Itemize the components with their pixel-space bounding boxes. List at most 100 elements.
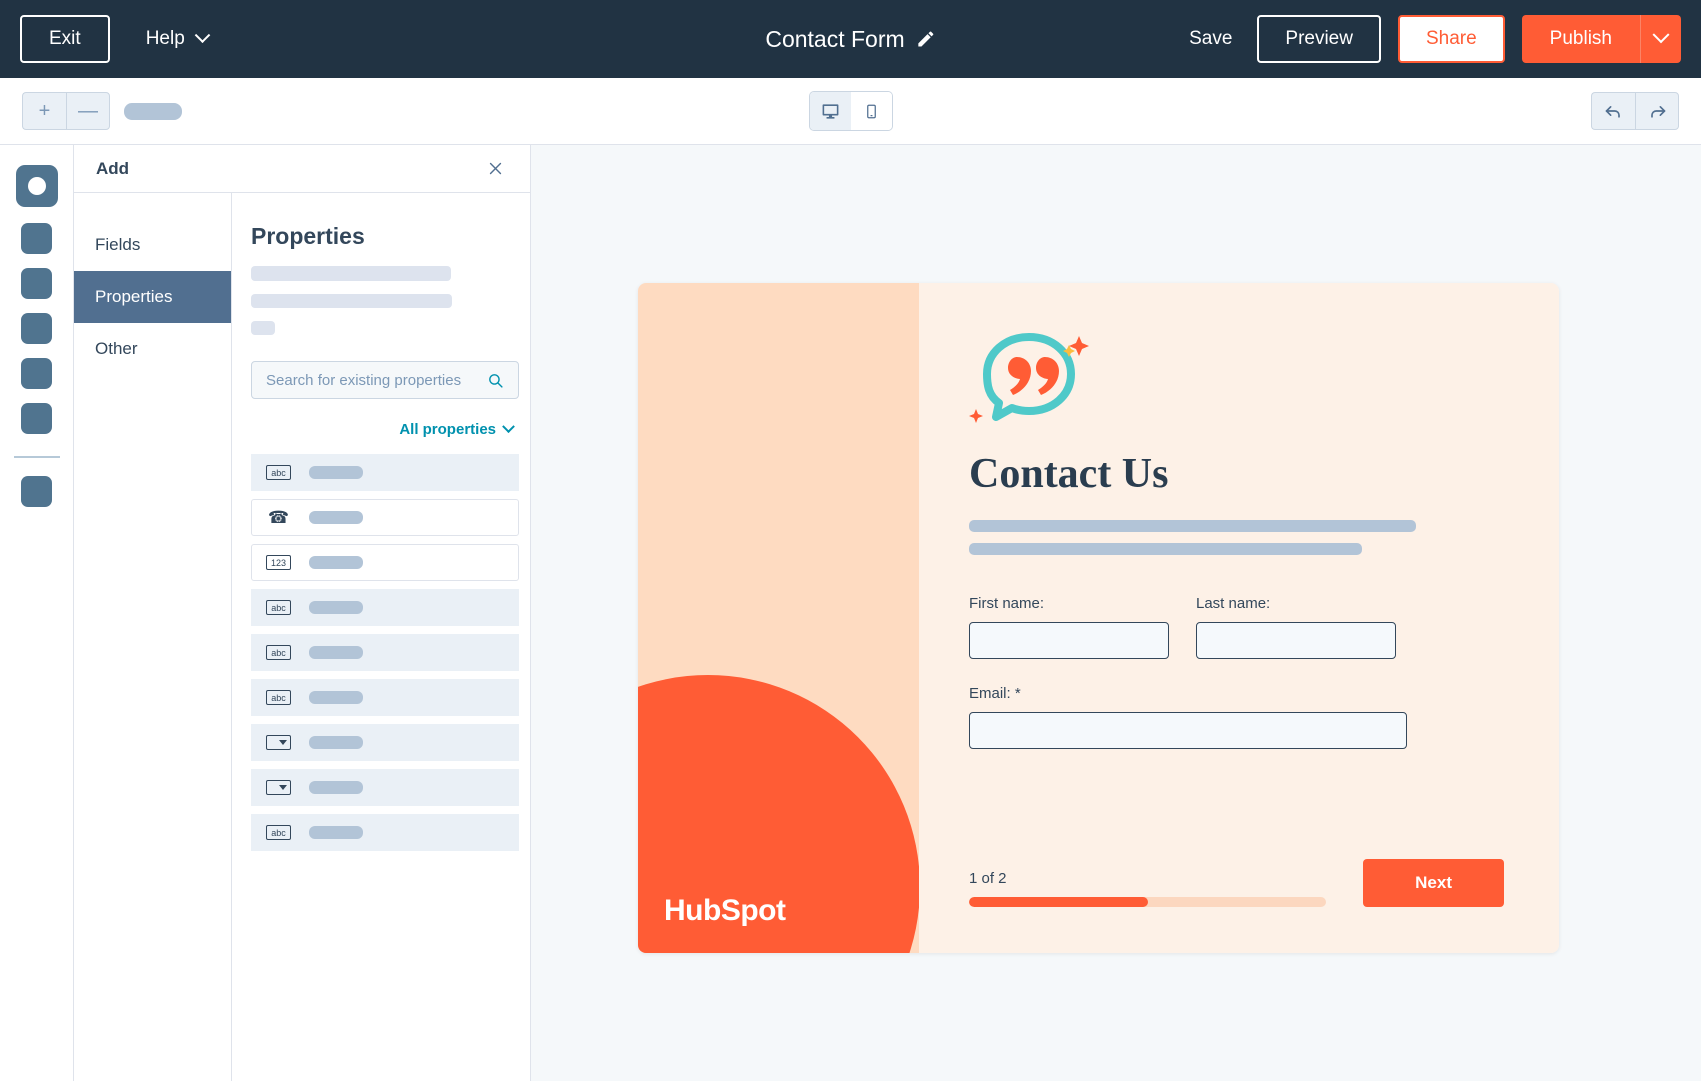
email-label: Email: * (969, 685, 1021, 702)
abc-type-icon: abc (266, 645, 291, 660)
mobile-icon (866, 104, 876, 118)
properties-description-line-3 (251, 321, 275, 335)
all-properties-label: All properties (399, 421, 496, 438)
redo-arrow-icon (1651, 106, 1666, 118)
property-row-5[interactable]: abc (251, 634, 519, 671)
email-input[interactable] (969, 712, 1407, 749)
property-row-3[interactable]: 123 (251, 544, 519, 581)
properties-description-line-2 (251, 294, 452, 308)
progress-fill (969, 897, 1148, 907)
rail-item-4[interactable] (21, 313, 52, 344)
rail-item-1[interactable] (15, 165, 58, 207)
share-button[interactable]: Share (1397, 15, 1505, 63)
last-name-label: Last name: (1196, 595, 1271, 612)
publish-dropdown-button[interactable] (1640, 15, 1681, 63)
device-desktop-button[interactable] (809, 92, 851, 130)
publish-button[interactable]: Publish (1521, 15, 1640, 63)
rail-item-6[interactable] (21, 403, 52, 434)
property-label (309, 556, 363, 569)
rail-item-2[interactable] (21, 223, 52, 254)
document-title-area[interactable]: Contact Form (765, 26, 935, 53)
progress-label: 1 of 2 (969, 870, 1007, 887)
property-label (309, 601, 363, 614)
category-properties[interactable]: Properties (74, 271, 231, 323)
editor-body: Add Fields Properties Other Properties S… (0, 145, 1701, 1081)
abc-type-icon: abc (266, 465, 291, 480)
exit-button[interactable]: Exit (20, 15, 110, 63)
property-row-6[interactable]: abc (251, 679, 519, 716)
first-name-group: First name: (969, 595, 1169, 659)
form-canvas: HubSpot Contact Us First name: Last name… (531, 145, 1701, 1081)
progress-area: 1 of 2 (969, 870, 1343, 907)
next-button[interactable]: Next (1363, 859, 1504, 907)
zoom-level-value (124, 102, 182, 120)
category-other[interactable]: Other (74, 323, 231, 375)
save-button[interactable]: Save (1181, 22, 1240, 56)
property-row-1[interactable]: abc (251, 454, 519, 491)
last-name-group: Last name: (1196, 595, 1396, 659)
device-mobile-button[interactable] (850, 92, 892, 130)
dropdown-type-icon (266, 735, 291, 750)
minus-icon: — (78, 99, 98, 122)
pencil-icon[interactable] (916, 29, 936, 49)
help-menu[interactable]: Help (145, 26, 211, 50)
properties-description-line-1 (251, 266, 451, 281)
property-label (309, 736, 363, 749)
rail-item-7[interactable] (21, 476, 52, 507)
help-label: Help (145, 28, 185, 49)
first-name-label: First name: (969, 595, 1045, 612)
number-type-icon: 123 (266, 555, 291, 570)
plus-icon: + (38, 99, 51, 122)
rail-item-3[interactable] (21, 268, 52, 299)
undo-arrow-icon (1605, 106, 1620, 118)
property-row-8[interactable] (251, 769, 519, 806)
category-fields[interactable]: Fields (74, 219, 231, 271)
property-label (309, 466, 363, 479)
top-actions: Save Preview Share Publish (1181, 15, 1681, 63)
name-fields-row: First name: Last name: (969, 595, 1504, 659)
form-brand-panel: HubSpot (638, 283, 919, 953)
circle-icon (27, 177, 46, 195)
all-properties-filter[interactable]: All properties (251, 420, 519, 438)
close-icon[interactable] (482, 156, 508, 182)
zoom-in-button[interactable]: + (22, 92, 66, 130)
rail-item-5[interactable] (21, 358, 52, 389)
first-name-input[interactable] (969, 622, 1169, 659)
page-title: Contact Form (765, 25, 905, 52)
search-icon (489, 373, 503, 388)
form-heading: Contact Us (969, 451, 1169, 497)
progress-bar (969, 897, 1326, 907)
zoom-controls: + — (22, 92, 110, 130)
property-row-7[interactable] (251, 724, 519, 761)
preview-button[interactable]: Preview (1257, 15, 1381, 63)
dropdown-type-icon (266, 780, 291, 795)
property-row-2[interactable]: ☎ (251, 499, 519, 536)
add-panel-categories: Fields Properties Other (74, 193, 232, 1081)
properties-heading: Properties (251, 223, 365, 249)
device-preview-toggle (808, 91, 893, 131)
form-footer: 1 of 2 Next (969, 859, 1504, 907)
email-group: Email: * (969, 685, 1504, 749)
left-icon-rail (0, 145, 74, 1081)
property-list: abc ☎ 123 abc abc abc abc (251, 454, 519, 851)
add-panel: Add Fields Properties Other Properties S… (74, 145, 531, 1081)
property-row-4[interactable]: abc (251, 589, 519, 626)
redo-button[interactable] (1635, 92, 1679, 130)
add-panel-title: Add (96, 158, 130, 178)
property-label (309, 511, 363, 524)
search-properties-box[interactable] (251, 361, 519, 399)
rail-divider (13, 456, 60, 458)
undo-button[interactable] (1591, 92, 1635, 130)
add-panel-header: Add (74, 145, 530, 193)
hubspot-logo-text: HubSpot (664, 894, 786, 927)
form-preview-card: HubSpot Contact Us First name: Last name… (638, 283, 1559, 953)
add-panel-body: Fields Properties Other Properties All p… (74, 193, 530, 1081)
abc-type-icon: abc (266, 825, 291, 840)
form-subtext-line-2 (969, 543, 1362, 555)
desktop-icon (822, 103, 838, 119)
property-row-9[interactable]: abc (251, 814, 519, 851)
zoom-out-button[interactable]: — (66, 92, 110, 130)
search-input[interactable] (266, 371, 487, 389)
last-name-input[interactable] (1196, 622, 1396, 659)
property-label (309, 646, 363, 659)
